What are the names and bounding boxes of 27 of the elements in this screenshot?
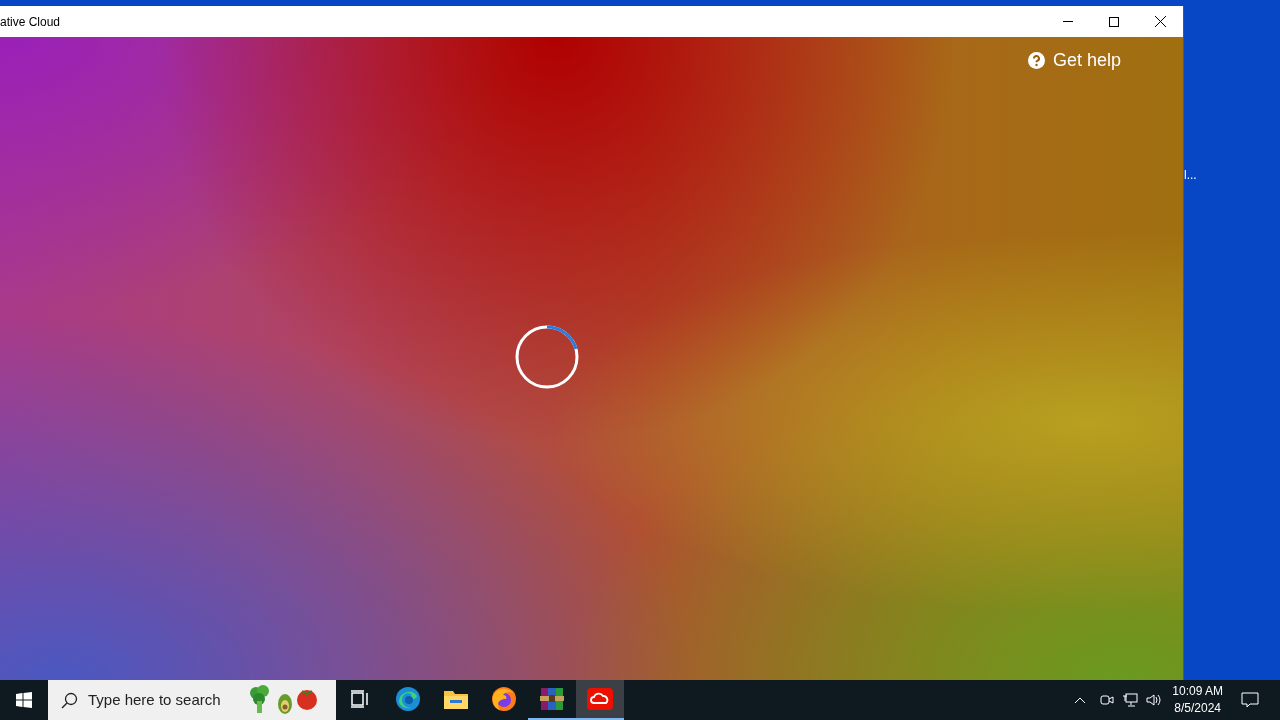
vegetables-icon <box>248 685 318 715</box>
desktop-icon-label: l... <box>1184 167 1198 184</box>
search-icon <box>61 691 78 709</box>
browser-swirl-icon <box>395 686 421 712</box>
chevron-up-icon[interactable] <box>1074 696 1087 704</box>
get-help-link[interactable]: Get help <box>1027 47 1121 74</box>
network-icon[interactable] <box>1122 693 1139 707</box>
maximize-icon <box>1109 16 1119 27</box>
notification-icon[interactable] <box>1241 692 1259 708</box>
minimize-icon <box>1063 21 1073 22</box>
fox-globe-icon <box>491 686 517 712</box>
taskbar-app-button[interactable] <box>576 680 624 720</box>
search-box[interactable]: Type here to search <box>48 680 336 720</box>
speaker-icon[interactable] <box>1146 693 1163 707</box>
clock-time: 10:09 AM <box>1172 683 1223 700</box>
clock[interactable]: 10:09 AM 8/5/2024 <box>1172 683 1223 717</box>
help-icon <box>1027 52 1045 69</box>
camera-icon[interactable] <box>1100 693 1115 707</box>
archive-books-icon <box>540 686 564 712</box>
creative-cloud-icon <box>587 688 613 710</box>
close-icon <box>1154 16 1166 27</box>
folder-icon <box>443 688 469 710</box>
search-field[interactable]: Type here to search <box>88 688 248 712</box>
windows-logo-icon <box>16 692 32 708</box>
window-title: ative Cloud <box>0 13 62 31</box>
clock-date: 8/5/2024 <box>1174 700 1221 717</box>
task-view-icon <box>350 690 370 708</box>
